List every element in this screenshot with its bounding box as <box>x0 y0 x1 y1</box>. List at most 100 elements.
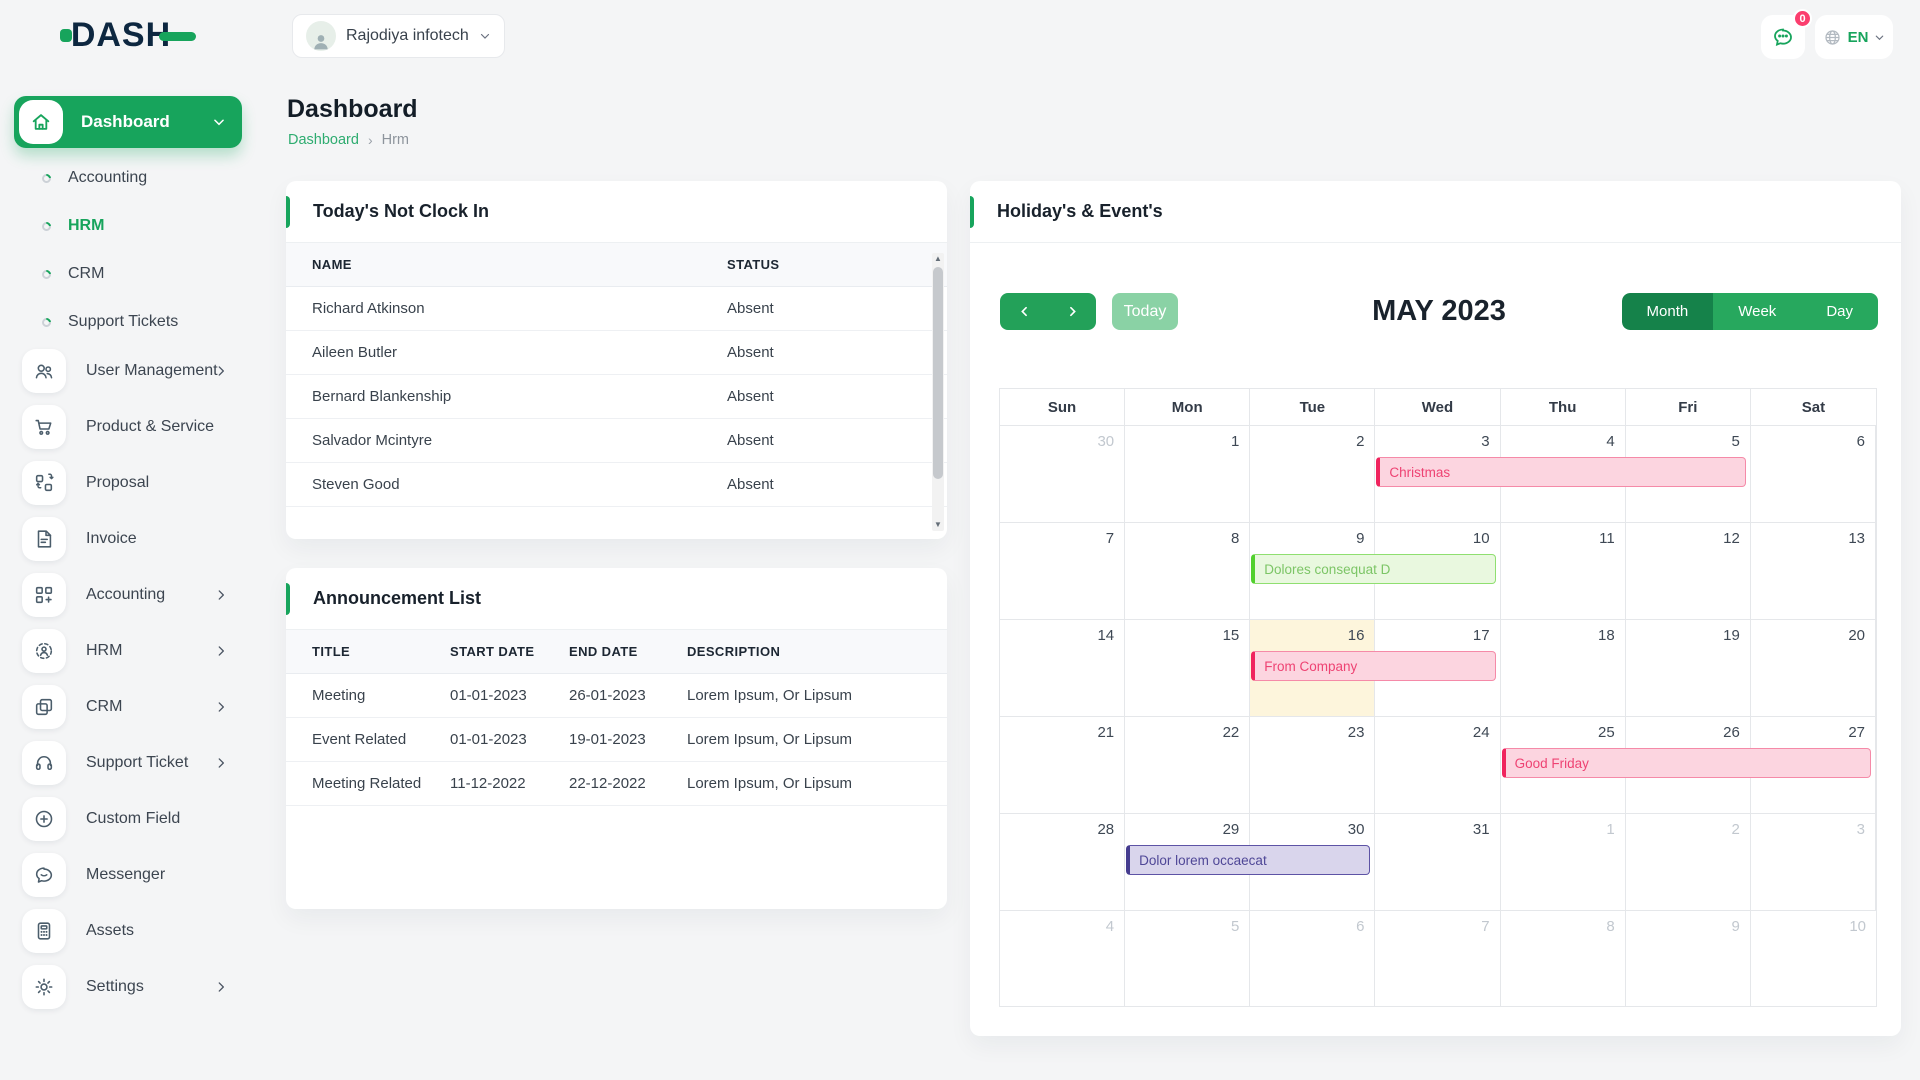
calendar-day[interactable]: 24 <box>1375 717 1500 813</box>
calendar-event[interactable]: Dolores consequat D <box>1251 554 1495 584</box>
calendar-day[interactable]: 18 <box>1501 620 1626 716</box>
table-row: Meeting Related11-12-202222-12-2022Lorem… <box>286 762 947 806</box>
language-code: EN <box>1848 29 1869 46</box>
calendar-event[interactable]: Good Friday <box>1502 748 1871 778</box>
messages-button[interactable]: 0 <box>1761 15 1805 59</box>
language-selector[interactable]: EN <box>1815 15 1893 59</box>
calendar-day[interactable]: 20 <box>1751 620 1876 716</box>
calendar-day[interactable]: 7 <box>1000 523 1125 619</box>
view-button-day[interactable]: Day <box>1801 293 1878 330</box>
calendar-day[interactable]: 4 <box>1000 911 1125 1006</box>
calendar-day[interactable]: 11 <box>1501 523 1626 619</box>
gear-icon <box>22 965 66 1009</box>
calendar-day[interactable]: 15 <box>1125 620 1250 716</box>
breadcrumb-dashboard-link[interactable]: Dashboard <box>288 132 359 148</box>
calendar-grid: SunMonTueWedThuFriSat 30123456Christmas7… <box>999 388 1877 1007</box>
calendar-day[interactable]: 1 <box>1501 814 1626 910</box>
sidebar-item-assets[interactable]: Assets <box>0 903 256 959</box>
logo-accent-bar <box>159 32 196 41</box>
sidebar-subitem-hrm[interactable]: HRM <box>0 202 256 250</box>
calculator-icon <box>22 909 66 953</box>
employee-status: Absent <box>727 476 947 493</box>
sidebar-item-messenger[interactable]: Messenger <box>0 847 256 903</box>
notification-badge: 0 <box>1793 9 1812 28</box>
home-icon <box>19 100 63 144</box>
column-header-start-date: START DATE <box>450 644 569 659</box>
scrollbar-thumb[interactable] <box>933 267 943 479</box>
proposal-icon <box>22 461 66 505</box>
calendar-day[interactable]: 2 <box>1250 426 1375 522</box>
calendar-day[interactable]: 23 <box>1250 717 1375 813</box>
chevron-right-icon <box>214 644 228 658</box>
sidebar-item-user-management[interactable]: User Management <box>0 343 256 399</box>
calendar-day[interactable]: 6 <box>1751 426 1876 522</box>
weekday-label: Fri <box>1626 389 1751 425</box>
sidebar-item-crm[interactable]: CRM <box>0 679 256 735</box>
calendar-event[interactable]: Dolor lorem occaecat <box>1126 845 1370 875</box>
sidebar-item-label: Dashboard <box>81 112 212 132</box>
sidebar-subitem-support-tickets[interactable]: Support Tickets <box>0 298 256 346</box>
view-button-month[interactable]: Month <box>1622 293 1714 330</box>
calendar-day[interactable]: 3 <box>1751 814 1876 910</box>
calendar-day[interactable]: 13 <box>1751 523 1876 619</box>
calendar-weekday-header: SunMonTueWedThuFriSat <box>999 388 1877 425</box>
sidebar-subitem-accounting[interactable]: Accounting <box>0 154 256 202</box>
employee-status: Absent <box>727 300 947 317</box>
chevron-down-icon <box>1874 32 1885 43</box>
scroll-down-arrow-icon[interactable]: ▼ <box>932 519 944 531</box>
sidebar-item-product-service[interactable]: Product & Service <box>0 399 256 455</box>
sidebar-item-invoice[interactable]: Invoice <box>0 511 256 567</box>
calendar-weeks: 30123456Christmas78910111213Dolores cons… <box>999 425 1877 1007</box>
table-row: Richard AtkinsonAbsent <box>286 287 947 331</box>
sidebar-item-hrm[interactable]: HRM <box>0 623 256 679</box>
page-title: Dashboard <box>287 95 418 124</box>
sidebar-item-accounting[interactable]: Accounting <box>0 567 256 623</box>
calendar-day[interactable]: 12 <box>1626 523 1751 619</box>
app-root: DASH Dashboard AccountingHRMCRMSupport T… <box>0 0 1920 1080</box>
calendar-day[interactable]: 14 <box>1000 620 1125 716</box>
calendar-day[interactable]: 19 <box>1626 620 1751 716</box>
sidebar-item-proposal[interactable]: Proposal <box>0 455 256 511</box>
calendar-day[interactable]: 31 <box>1375 814 1500 910</box>
card-header: Holiday's & Event's <box>970 181 1901 243</box>
scroll-up-arrow-icon[interactable]: ▲ <box>932 253 944 265</box>
calendar-day[interactable]: 28 <box>1000 814 1125 910</box>
table-row: Meeting01-01-202326-01-2023Lorem Ipsum, … <box>286 674 947 718</box>
sidebar-item-label: Messenger <box>86 866 165 884</box>
calendar-day[interactable]: 5 <box>1125 911 1250 1006</box>
calendar-day[interactable]: 30 <box>1000 426 1125 522</box>
sidebar-subitem-crm[interactable]: CRM <box>0 250 256 298</box>
announcement-title: Meeting Related <box>286 775 450 792</box>
not-clock-in-card: Today's Not Clock In NAME STATUS Richard… <box>286 181 947 539</box>
calendar-day[interactable]: 8 <box>1501 911 1626 1006</box>
sidebar-item-settings[interactable]: Settings <box>0 959 256 1015</box>
announcement-title: Meeting <box>286 687 450 704</box>
calendar-day[interactable]: 22 <box>1125 717 1250 813</box>
calendar-day[interactable]: 6 <box>1250 911 1375 1006</box>
brand-logo[interactable]: DASH <box>0 18 256 52</box>
table-row: Salvador McintyreAbsent <box>286 419 947 463</box>
card-title: Announcement List <box>313 588 481 609</box>
calendar-day[interactable]: 7 <box>1375 911 1500 1006</box>
company-selector[interactable]: Rajodiya infotech <box>292 14 505 58</box>
sidebar-item-label: Custom Field <box>86 810 180 828</box>
table-scrollbar[interactable]: ▲ ▼ <box>932 253 944 531</box>
breadcrumb-separator: › <box>368 132 373 148</box>
calendar-day[interactable]: 21 <box>1000 717 1125 813</box>
sidebar-item-dashboard[interactable]: Dashboard <box>14 96 242 148</box>
calendar-week-row: 45678910 <box>999 910 1877 1007</box>
employee-status: Absent <box>727 344 947 361</box>
calendar-day[interactable]: 9 <box>1626 911 1751 1006</box>
avatar <box>306 21 336 51</box>
sidebar-item-custom-field[interactable]: Custom Field <box>0 791 256 847</box>
sidebar-item-label: Product & Service <box>86 418 214 436</box>
calendar-day[interactable]: 2 <box>1626 814 1751 910</box>
calendar-day[interactable]: 8 <box>1125 523 1250 619</box>
view-button-week[interactable]: Week <box>1713 293 1801 330</box>
calendar-day[interactable]: 1 <box>1125 426 1250 522</box>
calendar-event[interactable]: Christmas <box>1376 457 1745 487</box>
sidebar-item-label: Proposal <box>86 474 149 492</box>
calendar-day[interactable]: 10 <box>1751 911 1876 1006</box>
calendar-event[interactable]: From Company <box>1251 651 1495 681</box>
sidebar-item-support-ticket[interactable]: Support Ticket <box>0 735 256 791</box>
